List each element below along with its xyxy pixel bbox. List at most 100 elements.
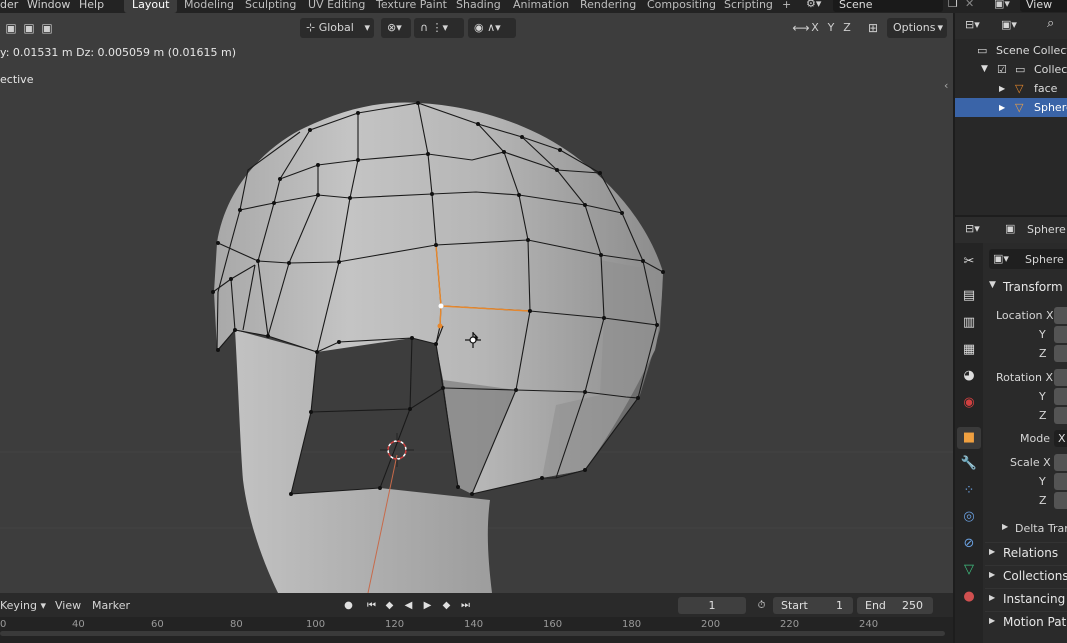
proportional-edit-dropdown[interactable]: ◉ ∧▾: [468, 18, 516, 38]
next-keyframe-icon[interactable]: ◆: [438, 597, 455, 614]
scale-y-field[interactable]: [1054, 473, 1067, 490]
outliner-row-face[interactable]: ▶ ▽ face: [955, 79, 1067, 98]
menu-render[interactable]: der: [0, 0, 18, 11]
transform-orientation-dropdown[interactable]: ⊹ Global ▾: [300, 18, 374, 38]
constraints-tab-icon[interactable]: ⊘: [957, 533, 981, 555]
rotation-mode-dropdown[interactable]: X: [1054, 430, 1067, 447]
mirror-z-toggle[interactable]: Z: [840, 18, 854, 38]
mesh-view[interactable]: [0, 13, 953, 593]
display-mode-icon[interactable]: ▣▾: [1001, 18, 1017, 31]
outliner-row-sphere[interactable]: ▶ ▽ Sphere: [955, 98, 1067, 117]
timeline-editor[interactable]: Keying ▾ View Marker ● ⏮ ◆ ◀ ▶ ◆ ⏭ 1 ⏱ S…: [0, 593, 953, 643]
pivot-point-dropdown[interactable]: ⊗▾: [381, 18, 411, 38]
current-frame-field[interactable]: 1: [678, 597, 746, 614]
editor-type-icon[interactable]: ⊟▾: [965, 222, 980, 235]
world-tab-icon[interactable]: ◉: [957, 392, 981, 414]
pivot-icon: ⊗▾: [387, 21, 402, 34]
location-z-field[interactable]: [1054, 345, 1067, 362]
scene-tab-icon[interactable]: ◕: [957, 365, 981, 387]
tab-texture-paint[interactable]: Texture Paint: [368, 0, 455, 13]
new-scene-icon[interactable]: ❐: [948, 0, 958, 10]
object-icon: ▣: [1005, 222, 1016, 235]
stopwatch-icon[interactable]: ⏱: [753, 597, 770, 614]
location-x-field[interactable]: [1054, 307, 1067, 324]
view-menu[interactable]: View: [55, 599, 81, 612]
material-tab-icon[interactable]: ●: [957, 586, 981, 608]
properties-panel[interactable]: ⊟▾ ▣ Sphere ✂ ▤ ▥ ▦ ◕ ◉ ■ 🔧 ⁘ ◎ ⊘ ▽ ● ▣▾…: [955, 217, 1067, 643]
keying-menu[interactable]: Keying ▾: [0, 599, 46, 612]
object-tab-icon[interactable]: ■: [957, 427, 981, 449]
timeline-ruler[interactable]: 0 40 60 80 100 120 140 160 180 200 220 2…: [0, 617, 953, 643]
tab-scripting[interactable]: Scripting: [716, 0, 781, 13]
menu-help[interactable]: Help: [79, 0, 104, 11]
tool-tab-icon[interactable]: ✂: [957, 251, 981, 273]
options-dropdown[interactable]: Options ▾: [887, 18, 947, 38]
orientation-icon: ⊹: [306, 21, 319, 34]
view-layer-icon[interactable]: ▣▾: [994, 0, 1010, 10]
marker-menu[interactable]: Marker: [92, 599, 130, 612]
add-workspace-button[interactable]: +: [774, 0, 799, 13]
output-tab-icon[interactable]: ▥: [957, 312, 981, 334]
tab-sculpting[interactable]: Sculpting: [237, 0, 304, 13]
jump-start-icon[interactable]: ⏮: [363, 597, 380, 614]
scale-z-field[interactable]: [1054, 492, 1067, 509]
mirror-x-toggle[interactable]: X: [808, 18, 822, 38]
instancing-panel-header[interactable]: ▶ Instancing: [985, 588, 1067, 610]
mirror-y-toggle[interactable]: Y: [824, 18, 838, 38]
tab-animation[interactable]: Animation: [505, 0, 577, 13]
object-name-field[interactable]: ▣▾ Sphere: [989, 249, 1067, 269]
physics-tab-icon[interactable]: ◎: [957, 506, 981, 528]
expand-arrow-icon[interactable]: ▼: [981, 60, 988, 79]
tab-compositing[interactable]: Compositing: [639, 0, 724, 13]
search-icon[interactable]: ⌕: [1047, 16, 1054, 31]
scene-name-field[interactable]: Scene: [833, 0, 943, 12]
checkbox-icon[interactable]: ☑: [997, 60, 1007, 79]
relations-panel-header[interactable]: ▶ Relations: [985, 542, 1067, 564]
render-tab-icon[interactable]: ▤: [957, 285, 981, 307]
data-tab-icon[interactable]: ▽: [957, 559, 981, 581]
transform-panel-header[interactable]: ▼ Transform: [985, 277, 1067, 299]
outliner-panel[interactable]: ⊟▾ ▣▾ ⌕ ▭ Scene Collectio ▼ ☑ ▭ Collecti…: [955, 13, 1067, 215]
expand-arrow-icon[interactable]: ▶: [999, 79, 1005, 98]
select-subtract-icon[interactable]: ▣: [36, 18, 58, 38]
jump-end-icon[interactable]: ⏭: [457, 597, 474, 614]
3d-cursor[interactable]: [380, 433, 414, 467]
tab-layout[interactable]: Layout: [124, 0, 178, 13]
sidebar-toggle-icon[interactable]: ‹: [944, 79, 948, 92]
modifier-tab-icon[interactable]: 🔧: [957, 453, 981, 475]
tab-modeling[interactable]: Modeling: [176, 0, 242, 13]
prev-keyframe-icon[interactable]: ◆: [381, 597, 398, 614]
snap-dropdown[interactable]: ∩ ⋮▾: [414, 18, 464, 38]
view-layer-field[interactable]: View Lay: [1020, 0, 1067, 13]
particles-tab-icon[interactable]: ⁘: [957, 480, 981, 502]
rotation-y-field[interactable]: [1054, 388, 1067, 405]
record-icon[interactable]: ●: [340, 597, 357, 614]
play-reverse-icon[interactable]: ◀: [400, 597, 417, 614]
location-y-field[interactable]: [1054, 326, 1067, 343]
view-layer-tab-icon[interactable]: ▦: [957, 339, 981, 361]
scale-x-field[interactable]: [1054, 454, 1067, 471]
tab-uv-editing[interactable]: UV Editing: [300, 0, 373, 13]
collections-panel-header[interactable]: ▶ Collections: [985, 565, 1067, 587]
menu-window[interactable]: Window: [27, 0, 70, 11]
timeline-scrollbar[interactable]: [0, 631, 945, 636]
rotation-x-field[interactable]: [1054, 369, 1067, 386]
rotation-z-field[interactable]: [1054, 407, 1067, 424]
outliner-row-scene-collection[interactable]: ▭ Scene Collectio: [955, 41, 1067, 60]
start-frame-field[interactable]: Start 1: [773, 597, 853, 614]
editor-type-icon[interactable]: ⊟▾: [965, 18, 980, 31]
expand-arrow-icon[interactable]: ▶: [999, 98, 1005, 117]
tab-shading[interactable]: Shading: [448, 0, 509, 13]
location-y-label: Y: [1039, 328, 1046, 341]
scene-icon[interactable]: ⚙▾: [806, 0, 821, 10]
play-icon[interactable]: ▶: [419, 597, 436, 614]
ruler-tick: 40: [72, 619, 85, 630]
motion-paths-panel-header[interactable]: ▶ Motion Paths: [985, 611, 1067, 633]
outliner-row-collection[interactable]: ▼ ☑ ▭ Collecti: [955, 60, 1067, 79]
tab-rendering[interactable]: Rendering: [572, 0, 644, 13]
auto-merge-icon[interactable]: ⊞: [862, 18, 884, 38]
delta-transform-subpanel[interactable]: ▶ Delta Trans: [995, 520, 1067, 538]
end-frame-field[interactable]: End 250: [857, 597, 933, 614]
delete-scene-icon[interactable]: ✕: [965, 0, 974, 10]
3d-viewport[interactable]: ▣ ▣ ▣ ⊹ Global ▾ ⊗▾ ∩ ⋮▾ ◉ ∧▾ ⟷ X Y Z ⊞ O…: [0, 13, 953, 593]
